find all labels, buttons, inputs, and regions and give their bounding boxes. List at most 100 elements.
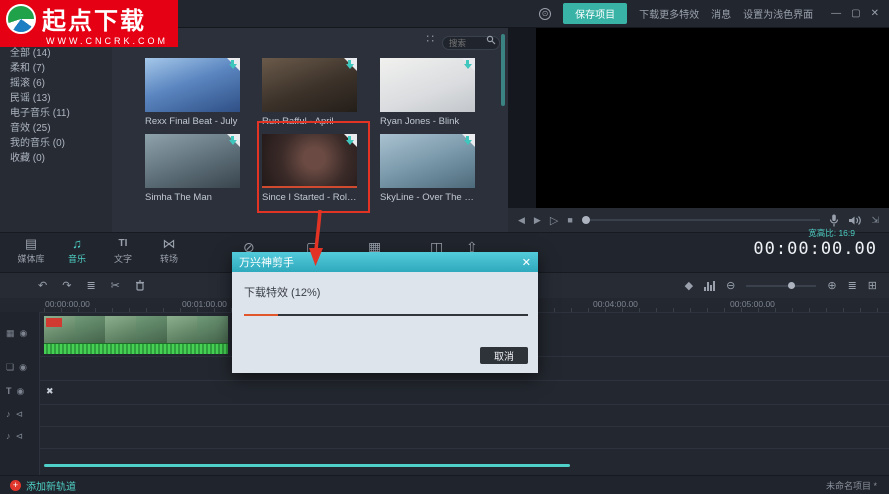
eye-icon[interactable]: ◉ (17, 386, 25, 397)
download-more-effects-button[interactable]: 下载更多特效 (639, 6, 699, 21)
dialog-title: 万兴神剪手 (239, 254, 294, 270)
video-track-header[interactable]: ▦◉ (6, 328, 27, 339)
music-thumbnail (380, 58, 475, 112)
music-item[interactable]: Simha The Man (145, 134, 241, 203)
cancel-button[interactable]: 取消 (480, 347, 528, 364)
delete-icon[interactable] (135, 280, 145, 291)
highlight-box (257, 121, 370, 213)
music-category-sidebar: 全部 (14) 柔和 (7) 摇滚 (6) 民谣 (13) 电子音乐 (11) … (0, 28, 112, 232)
ruler-label: 00:04:00.00 (593, 299, 638, 309)
tab-transition[interactable]: ⋈ 转场 (146, 237, 192, 265)
aspect-ratio-label: 宽高比: 16:9 (808, 227, 855, 239)
split-scissors-icon[interactable]: ✂ (111, 279, 120, 292)
dialog-body: 下载特效 (12%) 取消 (232, 272, 538, 373)
site-watermark: 起点下载 WWW.CNCRK.COM (0, 0, 178, 47)
eye-icon[interactable]: ◉ (19, 362, 27, 373)
download-arrow-icon[interactable] (228, 60, 237, 69)
download-arrow-icon[interactable] (345, 60, 354, 69)
music-track-header[interactable]: ♪⊲ (6, 431, 23, 442)
overlay-track-header[interactable]: ❏◉ (6, 362, 27, 373)
undo-icon[interactable]: ↶ (38, 279, 47, 292)
text-track-header[interactable]: T◉ (6, 386, 24, 397)
sidebar-item-sfx[interactable]: 音效 (25) (10, 119, 51, 134)
zoom-slider[interactable] (746, 285, 816, 287)
download-arrow-icon[interactable] (463, 60, 472, 69)
video-track-icon: ▦ (6, 328, 15, 339)
media-library-icon: ▤ (25, 237, 37, 251)
timeline-view-icon[interactable]: ⊞ (868, 279, 877, 292)
tab-music[interactable]: ♫ 音乐 (54, 237, 100, 265)
next-frame-icon[interactable]: ▶ (534, 215, 541, 226)
dialog-close-icon[interactable]: ✕ (522, 256, 531, 269)
sidebar-item-favorites[interactable]: 收藏 (0) (10, 149, 45, 164)
music-thumbnail (145, 134, 240, 188)
tab-media-library[interactable]: ▤ 媒体库 (8, 237, 54, 265)
tab-text[interactable]: TI 文字 (100, 237, 146, 265)
timecode-display: 00:00:00.00 (753, 239, 877, 259)
ruler-label: 00:01:00.00 (182, 299, 227, 309)
fullscreen-icon[interactable]: ⇲ (871, 215, 879, 226)
user-account-icon[interactable]: ⊙ (539, 8, 551, 20)
download-arrow-icon[interactable] (463, 136, 472, 145)
clip-anchor-icon[interactable]: ✖ (46, 386, 54, 397)
music-track-icon: ♪ (6, 431, 11, 442)
window-controls: — ▢ ✕ (831, 8, 879, 19)
save-project-button[interactable]: 保存项目 (563, 3, 627, 24)
ruler-label: 00:05:00.00 (730, 299, 775, 309)
add-track-button[interactable]: + 添加新轨道 (10, 478, 76, 493)
fit-timeline-icon[interactable]: ≣ (848, 279, 857, 292)
zoom-knob[interactable] (788, 282, 795, 289)
light-theme-toggle[interactable]: 设置为浅色界面 (743, 6, 813, 21)
music-item[interactable]: Rexx Final Beat - July (145, 58, 241, 127)
app-window: ⊙ 保存项目 下载更多特效 消息 设置为浅色界面 — ▢ ✕ 起点下载 WWW.… (0, 0, 889, 494)
track-manager-icon[interactable]: ≣ (86, 279, 95, 292)
track-header-column: ▦◉ ❏◉ T◉ ♪⊲ ♪⊲ (0, 312, 40, 475)
marker-icon[interactable]: ◆ (685, 279, 693, 292)
mic-icon[interactable] (829, 214, 839, 227)
seek-slider[interactable] (582, 219, 821, 221)
play-icon[interactable]: ▷ (550, 214, 558, 227)
sidebar-item-rock[interactable]: 摇滚 (6) (10, 74, 45, 89)
download-arrow-icon[interactable] (228, 136, 237, 145)
sidebar-item-soft[interactable]: 柔和 (7) (10, 59, 45, 74)
sidebar-item-electronic[interactable]: 电子音乐 (11) (10, 104, 70, 119)
speaker-icon[interactable]: ⊲ (16, 431, 24, 442)
text-icon: TI (119, 237, 128, 251)
text-track-icon: T (6, 386, 12, 397)
close-button[interactable]: ✕ (871, 8, 879, 19)
eye-icon[interactable]: ◉ (20, 328, 28, 339)
video-clip[interactable] (44, 316, 228, 354)
prev-frame-icon[interactable]: ◀ (518, 215, 525, 226)
library-scrollbar[interactable] (501, 34, 505, 106)
plus-icon: + (10, 480, 21, 491)
stop-icon[interactable]: ■ (567, 215, 572, 225)
music-title: Ryan Jones - Blink (380, 116, 476, 127)
annotation-arrow (298, 208, 338, 270)
seek-knob[interactable] (582, 216, 590, 224)
music-item[interactable]: SkyLine - Over The Hills (380, 134, 476, 203)
grid-view-icon[interactable]: ∷ (426, 32, 434, 46)
zoom-in-icon[interactable]: ⊕ (827, 279, 836, 292)
music-item[interactable]: Ryan Jones - Blink (380, 58, 476, 127)
dialog-title-bar[interactable]: 万兴神剪手 ✕ (232, 252, 538, 272)
search-box (442, 33, 500, 47)
volume-icon[interactable] (848, 215, 862, 226)
minimize-button[interactable]: — (831, 8, 841, 19)
speaker-icon[interactable]: ⊲ (16, 409, 24, 420)
preview-panel (508, 28, 889, 208)
download-progress-label: 下载特效 (12%) (244, 284, 320, 300)
audio-mixer-icon[interactable] (704, 281, 715, 291)
zoom-out-icon[interactable]: ⊖ (726, 279, 735, 292)
music-item[interactable]: Run Rafful - April (262, 58, 358, 127)
sidebar-item-my-music[interactable]: 我的音乐 (0) (10, 134, 65, 149)
messages-button[interactable]: 消息 (711, 6, 731, 21)
project-name-label: 未命名项目 * (826, 479, 877, 492)
audio-track-header[interactable]: ♪⊲ (6, 409, 23, 420)
timeline-scrollbar[interactable] (44, 464, 570, 467)
watermark-title: 起点下载 (42, 1, 146, 36)
maximize-button[interactable]: ▢ (851, 8, 860, 19)
redo-icon[interactable]: ↷ (62, 279, 71, 292)
track-divider (40, 380, 889, 381)
sidebar-item-folk[interactable]: 民谣 (13) (10, 89, 51, 104)
dialog-progress-fill (244, 314, 278, 316)
